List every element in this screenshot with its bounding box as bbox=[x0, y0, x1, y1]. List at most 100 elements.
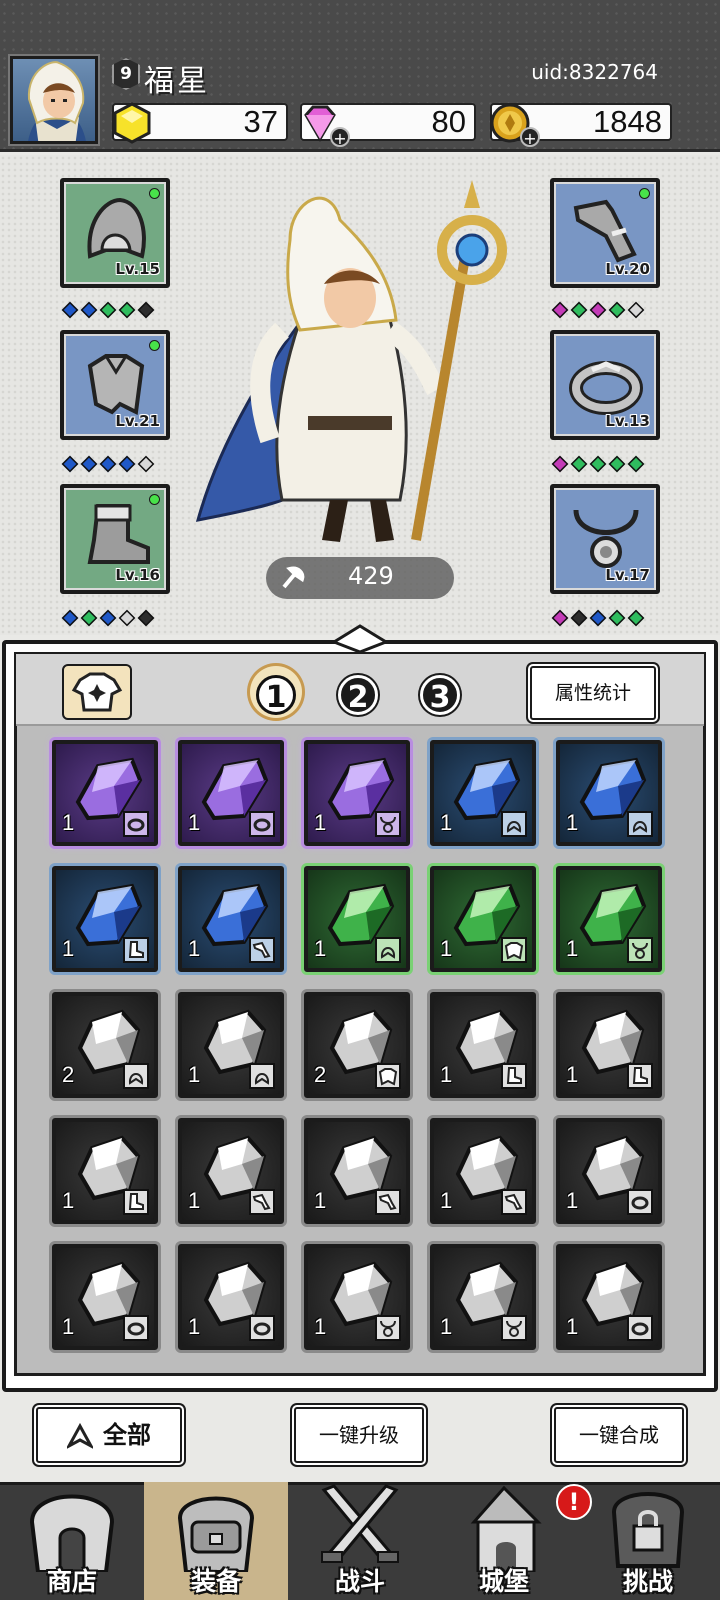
inventory-item[interactable]: 1 bbox=[178, 992, 284, 1098]
inventory-item[interactable]: 1 bbox=[556, 1118, 662, 1224]
item-count: 1 bbox=[566, 1188, 579, 1213]
slot-level: Lv.16 bbox=[115, 566, 160, 584]
socket-gem bbox=[551, 609, 569, 627]
upgrade-available-dot bbox=[149, 188, 160, 199]
inventory-item[interactable]: 1 bbox=[304, 740, 410, 846]
item-type-badge bbox=[627, 811, 653, 837]
attribute-stats-button[interactable]: 属性统计 bbox=[530, 666, 656, 720]
item-type-badge bbox=[501, 937, 527, 963]
inventory-item[interactable]: 1 bbox=[430, 1118, 536, 1224]
page-tab-3[interactable]: 3 bbox=[414, 666, 466, 718]
ring-icon bbox=[253, 1322, 271, 1336]
slot-level: Lv.20 bbox=[605, 260, 650, 278]
socket-gem bbox=[80, 609, 98, 627]
upgrade-all-button[interactable]: 一键升级 bbox=[294, 1407, 424, 1463]
equip-slot-necklace[interactable]: Lv.17 bbox=[550, 484, 660, 594]
backpack-icon bbox=[177, 1496, 255, 1572]
socket-gem bbox=[137, 455, 155, 473]
item-count: 1 bbox=[188, 1062, 201, 1087]
inventory-item[interactable]: 1 bbox=[52, 1244, 158, 1350]
inventory-item[interactable]: 1 bbox=[430, 992, 536, 1098]
item-count: 1 bbox=[62, 1188, 75, 1213]
item-type-badge bbox=[501, 1189, 527, 1215]
socket-gem bbox=[61, 609, 79, 627]
item-type-badge bbox=[123, 811, 149, 837]
item-count: 1 bbox=[188, 1314, 201, 1339]
socket-gem bbox=[99, 609, 117, 627]
equip-slot-boots[interactable]: Lv.16 bbox=[60, 484, 170, 594]
hero-character bbox=[195, 180, 507, 542]
item-type-badge bbox=[501, 811, 527, 837]
nav-challenge[interactable]: 挑战 bbox=[576, 1482, 720, 1600]
inventory-item[interactable]: 1 bbox=[304, 1118, 410, 1224]
equip-slot-hood[interactable]: Lv.15 bbox=[60, 178, 170, 288]
item-count: 1 bbox=[440, 936, 453, 961]
triangle-up-icon bbox=[65, 1422, 95, 1450]
filter-all-button[interactable]: 全部 bbox=[36, 1407, 182, 1463]
inventory-item[interactable]: 1 bbox=[178, 1118, 284, 1224]
nav-challenge-label: 挑战 bbox=[622, 1567, 673, 1596]
nav-equipment[interactable]: 装备 bbox=[144, 1482, 288, 1600]
equip-slot-armor[interactable]: Lv.21 bbox=[60, 330, 170, 440]
inventory-item[interactable]: 1 bbox=[556, 1244, 662, 1350]
inventory-item[interactable]: 1 bbox=[556, 866, 662, 972]
item-type-badge bbox=[375, 1189, 401, 1215]
inventory-item[interactable]: 1 bbox=[430, 740, 536, 846]
inventory-item[interactable]: 1 bbox=[304, 1244, 410, 1350]
power-display: 429 bbox=[266, 557, 454, 599]
socket-gems-gauntlet bbox=[551, 301, 645, 319]
gauntlet-icon bbox=[504, 1193, 523, 1211]
player-avatar[interactable] bbox=[8, 54, 100, 146]
socket-gem bbox=[589, 301, 607, 319]
inventory-item[interactable]: 1 bbox=[304, 866, 410, 972]
socket-gem bbox=[99, 301, 117, 319]
collapse-handle-icon[interactable] bbox=[330, 622, 390, 654]
equip-slot-ring[interactable]: Lv.13 bbox=[550, 330, 660, 440]
add-diamonds-button[interactable]: + bbox=[330, 127, 350, 148]
item-type-badge bbox=[249, 1063, 275, 1089]
item-count: 1 bbox=[440, 1314, 453, 1339]
inventory-item[interactable]: 1 bbox=[178, 740, 284, 846]
energy-bar: 37 bbox=[112, 102, 288, 144]
power-icon bbox=[282, 566, 305, 589]
nav-castle[interactable]: 城堡 bbox=[432, 1482, 576, 1600]
socket-gem bbox=[118, 301, 136, 319]
gauntlet-icon bbox=[378, 1193, 397, 1211]
socket-gem bbox=[61, 301, 79, 319]
socket-gem bbox=[627, 455, 645, 473]
inventory-item[interactable]: 1 bbox=[178, 866, 284, 972]
socket-gems-ring bbox=[551, 455, 645, 473]
add-coins-button[interactable]: + bbox=[520, 127, 540, 148]
crossed-swords-icon bbox=[321, 1484, 399, 1563]
inventory-item[interactable]: 1 bbox=[430, 866, 536, 972]
inventory-item[interactable]: 1 bbox=[178, 1244, 284, 1350]
page-tab-label: 1 bbox=[256, 674, 296, 715]
socket-gem bbox=[608, 609, 626, 627]
shirt-sparkle-icon bbox=[71, 672, 123, 712]
item-type-badge bbox=[375, 1063, 401, 1089]
page-tab-1[interactable]: 1 bbox=[250, 666, 302, 718]
inventory-item[interactable]: 1 bbox=[556, 740, 662, 846]
socket-gem bbox=[118, 455, 136, 473]
nav-shop[interactable]: 商店 bbox=[0, 1482, 144, 1600]
inventory-item[interactable]: 2 bbox=[304, 992, 410, 1098]
item-count: 1 bbox=[440, 810, 453, 835]
page-tab-2[interactable]: 2 bbox=[332, 666, 384, 718]
inventory-item[interactable]: 2 bbox=[52, 992, 158, 1098]
nav-battle[interactable]: 战斗 bbox=[288, 1482, 432, 1600]
synthesize-all-button[interactable]: 一键合成 bbox=[554, 1407, 684, 1463]
equip-slot-gauntlet[interactable]: Lv.20 bbox=[550, 178, 660, 288]
inventory-item[interactable]: 1 bbox=[52, 1118, 158, 1224]
inventory-item[interactable]: 1 bbox=[52, 866, 158, 972]
nav-equipment-label: 装备 bbox=[190, 1567, 241, 1596]
inventory-item[interactable]: 1 bbox=[556, 992, 662, 1098]
inventory-item[interactable]: 1 bbox=[52, 740, 158, 846]
socket-gem bbox=[627, 301, 645, 319]
item-count: 2 bbox=[314, 1062, 327, 1087]
slot-level: Lv.15 bbox=[115, 260, 160, 278]
slot-level: Lv.17 bbox=[605, 566, 650, 584]
wardrobe-button[interactable] bbox=[62, 664, 132, 720]
inventory-item[interactable]: 1 bbox=[430, 1244, 536, 1350]
necklace-icon bbox=[380, 816, 396, 833]
hood-icon bbox=[506, 821, 522, 833]
